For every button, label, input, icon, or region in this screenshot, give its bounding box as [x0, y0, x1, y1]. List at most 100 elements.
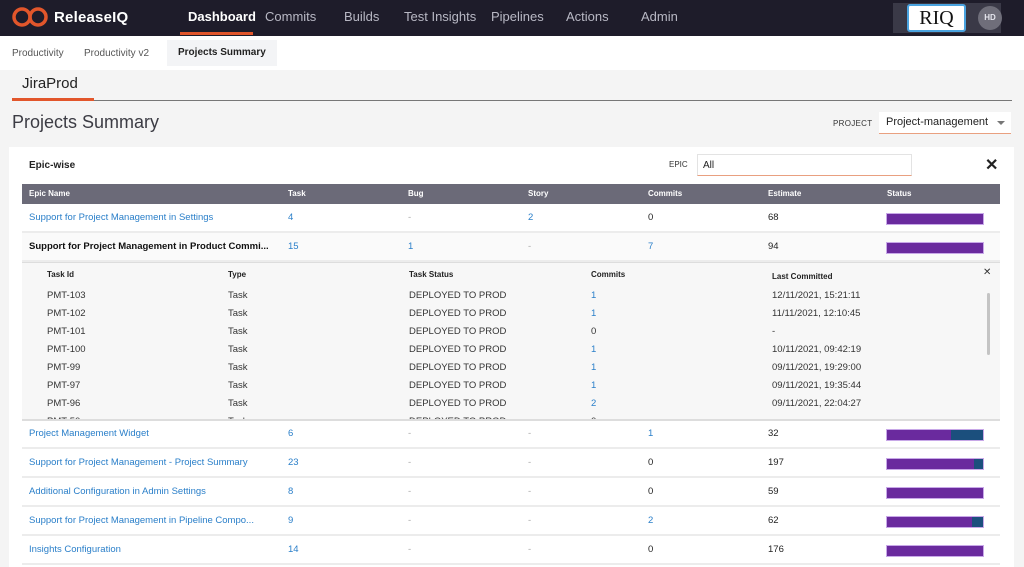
task-type: Task [228, 344, 248, 355]
cell-bug: - [408, 428, 412, 439]
cell-estimate: 94 [768, 241, 779, 252]
epic-row[interactable]: Project Management Widget 6 - - 1 32 [22, 420, 1000, 449]
subtab-productivity[interactable]: Productivity [12, 48, 64, 59]
project-select[interactable]: Project-management [879, 112, 1011, 134]
nav-pipelines[interactable]: Pipelines [491, 9, 544, 24]
project-filter-label: PROJECT [833, 119, 873, 128]
nav-dashboard[interactable]: Dashboard [188, 9, 256, 24]
cell-task-link[interactable]: 23 [288, 457, 299, 468]
cell-story-link[interactable]: 2 [528, 212, 533, 223]
task-type: Task [228, 380, 248, 391]
status-progress-bar [886, 429, 984, 441]
cell-task-link[interactable]: 15 [288, 241, 299, 252]
status-done-segment [887, 488, 983, 498]
task-last: 09/11/2021, 19:35:44 [772, 380, 862, 391]
task-row: PMT-103 Task DEPLOYED TO PROD 1 12/11/2021, … [22, 290, 972, 308]
status-done-segment [887, 214, 983, 224]
nav-actions[interactable]: Actions [566, 9, 609, 24]
epic-row[interactable]: Support for Project Management - Project… [22, 449, 1000, 478]
status-done-segment [887, 459, 975, 469]
epic-row[interactable]: Support for Project Management in Pipeli… [22, 507, 1000, 536]
releaseiq-logo-icon [12, 7, 48, 27]
task-last: - [772, 326, 776, 337]
col-story[interactable]: Story [528, 189, 548, 198]
task-status: DEPLOYED TO PROD [409, 416, 506, 419]
epic-row[interactable]: Additional Configuration in Admin Settin… [22, 478, 1000, 507]
cell-commits-link[interactable]: 7 [648, 241, 653, 252]
cell-commits-link[interactable]: 2 [648, 515, 653, 526]
task-status: DEPLOYED TO PROD [409, 398, 507, 409]
cell-estimate: 62 [768, 515, 779, 526]
task-commits-link[interactable]: 2 [591, 398, 596, 409]
cell-task-link[interactable]: 4 [288, 212, 293, 223]
epic-name-link[interactable]: Support for Project Management in Pipeli… [29, 515, 254, 526]
cell-story: - [528, 544, 532, 555]
col-epic-name[interactable]: Epic Name [29, 189, 70, 198]
cell-estimate: 197 [768, 457, 784, 468]
tab-jiraprod[interactable]: JiraProd [22, 75, 78, 92]
org-badge[interactable]: RIQ [907, 4, 966, 32]
epic-name-link[interactable]: Insights Configuration [29, 544, 121, 555]
nav-builds[interactable]: Builds [344, 9, 379, 24]
sub-col-last-committed: Last Committed [772, 272, 833, 281]
task-status: DEPLOYED TO PROD [409, 362, 507, 373]
close-icon[interactable]: ✕ [985, 155, 998, 175]
epic-name-link[interactable]: Support for Project Management in Settin… [29, 212, 213, 223]
close-icon[interactable]: ✕ [983, 267, 991, 278]
epic-row[interactable]: Support for Project Management in Produc… [22, 233, 1000, 262]
task-last: 10/11/2021, 09:42:19 [772, 344, 862, 355]
tab-divider [94, 100, 1012, 101]
epic-filter-input[interactable]: All [697, 154, 912, 176]
status-progress-bar [886, 545, 984, 557]
epic-name-link[interactable]: Support for Project Management in Produc… [29, 241, 269, 252]
epic-name-link[interactable]: Support for Project Management - Project… [29, 457, 248, 468]
releaseiq-logo[interactable]: ReleaseIQ [12, 7, 128, 27]
cell-task-link[interactable]: 14 [288, 544, 299, 555]
subtab-projects-summary[interactable]: Projects Summary [167, 40, 277, 66]
epic-wise-card: Epic-wise EPIC All ✕ Epic Name Task Bug … [9, 147, 1014, 567]
task-type: Task [228, 308, 248, 319]
cell-bug-link[interactable]: 1 [408, 241, 413, 252]
task-id: PMT-97 [47, 380, 81, 391]
nav-test-insights[interactable]: Test Insights [404, 9, 476, 24]
task-id: PMT-100 [47, 344, 86, 355]
task-commits-link[interactable]: 1 [591, 380, 596, 391]
col-estimate[interactable]: Estimate [768, 189, 801, 198]
epic-name-link[interactable]: Project Management Widget [29, 428, 149, 439]
nav-admin[interactable]: Admin [641, 9, 678, 24]
page-title: Projects Summary [12, 112, 160, 132]
cell-task-link[interactable]: 8 [288, 486, 293, 497]
task-details-panel: Task Id Type Task Status Commits Last Co… [22, 262, 1000, 421]
task-commits-link[interactable]: 1 [591, 344, 596, 355]
cell-task-link[interactable]: 9 [288, 515, 293, 526]
task-type: Task [228, 416, 248, 419]
epic-row[interactable]: Support for Project Management in Settin… [22, 204, 1000, 233]
cell-commits-link[interactable]: 1 [648, 428, 653, 439]
task-id: PMT-101 [47, 326, 86, 337]
task-commits-link[interactable]: 1 [591, 290, 596, 301]
cell-task-link[interactable]: 6 [288, 428, 293, 439]
status-done-segment [887, 546, 983, 556]
active-nav-indicator [180, 32, 253, 35]
scrollbar[interactable] [987, 293, 990, 355]
cell-commits: 0 [648, 212, 654, 223]
epic-row[interactable]: Insights Configuration 14 - - 0 176 [22, 536, 1000, 565]
task-commits-link[interactable]: 1 [591, 308, 596, 319]
task-status: DEPLOYED TO PROD [409, 380, 507, 391]
project-select-value: Project-management [886, 116, 989, 128]
col-commits[interactable]: Commits [648, 189, 682, 198]
col-task[interactable]: Task [288, 189, 306, 198]
epic-table-header: Epic Name Task Bug Story Commits Estimat… [22, 184, 1000, 204]
user-avatar[interactable]: HD [978, 6, 1002, 30]
status-in-progress-segment [972, 517, 983, 527]
status-in-progress-segment [974, 459, 983, 469]
nav-commits[interactable]: Commits [265, 9, 316, 24]
epic-name-link[interactable]: Additional Configuration in Admin Settin… [29, 486, 206, 497]
task-commits-link[interactable]: 1 [591, 362, 596, 373]
subtab-productivity-v2[interactable]: Productivity v2 [84, 48, 149, 59]
task-last: 12/11/2021, 15:21:11 [772, 290, 861, 301]
col-status[interactable]: Status [887, 189, 911, 198]
col-bug[interactable]: Bug [408, 189, 424, 198]
cell-estimate: 176 [768, 544, 784, 555]
status-progress-bar [886, 516, 984, 528]
